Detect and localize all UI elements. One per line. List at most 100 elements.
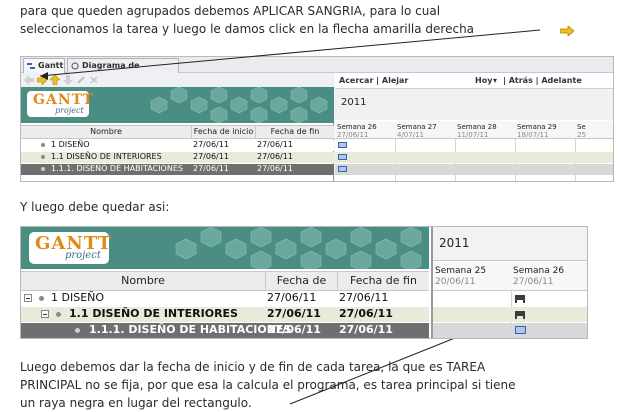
task-bullet-icon xyxy=(41,155,45,159)
task-end: 27/06/11 xyxy=(257,164,293,173)
down-arrow-icon[interactable] xyxy=(63,75,73,85)
week-name: Semana 29 xyxy=(517,123,557,131)
week-date: 25 xyxy=(577,131,586,139)
task-row[interactable]: 1.1 DISEÑO DE INTERIORES 27/06/11 27/06/… xyxy=(21,307,429,322)
column-end[interactable]: Fecha de fin xyxy=(337,272,429,290)
logo-subtitle: project xyxy=(55,106,84,115)
resources-icon xyxy=(71,62,79,70)
column-header-row: Nombre Fecha de ini... Fecha de fin xyxy=(21,271,429,308)
week-date: 27/06/11 xyxy=(513,277,554,287)
column-end[interactable]: Fecha de fin xyxy=(255,126,334,138)
timeline-row-selected xyxy=(335,164,613,175)
task-end: 27/06/11 xyxy=(339,307,393,320)
logo-banner: GANTT project xyxy=(21,87,334,123)
year-band: 2011 xyxy=(335,88,613,120)
task-start: 27/06/11 xyxy=(267,291,317,304)
task-bullet-icon xyxy=(41,167,45,171)
week-date: 18/07/11 xyxy=(517,131,549,139)
task-name: 1.1 DISEÑO DE INTERIORES xyxy=(51,152,162,161)
today-link[interactable]: Hoy xyxy=(475,76,492,85)
task-bar[interactable] xyxy=(515,326,526,334)
task-bullet-icon xyxy=(39,296,44,301)
collapse-icon[interactable] xyxy=(41,310,49,318)
year-band: 2011 xyxy=(433,227,587,261)
task-bullet-icon xyxy=(75,328,80,333)
task-bullet-icon xyxy=(56,312,61,317)
task-bullet-icon xyxy=(41,143,45,147)
week-name: Semana 28 xyxy=(457,123,497,131)
column-name[interactable]: Nombre xyxy=(21,272,265,290)
summary-bar[interactable] xyxy=(515,311,525,319)
week-date: 27/06/11 xyxy=(337,131,369,139)
after-text: Y luego debe quedar asi: xyxy=(20,200,170,214)
week-label: Se 25 xyxy=(577,123,586,139)
intro-text-line-2: seleccionamos la tarea y luego le damos … xyxy=(20,22,475,36)
week-label: Semana 25 20/06/11 xyxy=(435,266,486,288)
summary-bar[interactable] xyxy=(515,295,525,303)
column-header-row: Nombre Fecha de inicio Fecha de fin xyxy=(21,125,334,139)
week-date: 11/07/11 xyxy=(457,131,489,139)
week-label: Semana 29 18/07/11 xyxy=(517,123,557,139)
timeline-panel: Acercar | Alejar Hoy ▾ | Atrás | Adelant… xyxy=(335,73,613,181)
week-date: 20/06/11 xyxy=(435,277,476,287)
week-name: Semana 25 xyxy=(435,266,487,276)
week-name: Se xyxy=(577,123,586,131)
task-bar[interactable] xyxy=(338,166,347,172)
tab-resources[interactable]: Diagrama de recursos xyxy=(67,58,179,84)
column-start[interactable]: Fecha de inicio xyxy=(191,126,255,138)
task-end: 27/06/11 xyxy=(339,323,393,336)
task-bar[interactable] xyxy=(338,154,347,160)
up-arrow-icon[interactable] xyxy=(50,75,60,85)
timeline-row-highlight xyxy=(433,307,587,322)
right-arrow-icon[interactable] xyxy=(37,75,47,85)
week-label: Semana 28 11/07/11 xyxy=(457,123,497,139)
left-arrow-icon[interactable] xyxy=(24,75,34,85)
timeline-row-highlight xyxy=(335,152,613,163)
logo-subtitle: project xyxy=(65,250,101,261)
task-start: 27/06/11 xyxy=(267,307,321,320)
gantt-icon xyxy=(27,63,35,69)
week-header: Semana 26 27/06/11 Semana 27 4/07/11 Seman… xyxy=(335,121,613,139)
task-row-selected[interactable]: 1.1.1. DISEÑO DE HABITACIONES 27/06/11 2… xyxy=(21,164,334,175)
task-panel: GANTT project Nombre Fecha de inicio Fec… xyxy=(21,73,334,181)
tab-gantt-label: Gantt xyxy=(38,61,64,70)
task-row[interactable]: 1 DISEÑO 27/06/11 27/06/11 xyxy=(21,291,429,306)
task-start: 27/06/11 xyxy=(193,152,229,161)
column-name[interactable]: Nombre xyxy=(21,126,191,138)
zoom-links[interactable]: Acercar | Alejar xyxy=(339,76,408,85)
logo: GANTT project xyxy=(29,232,111,264)
week-label: Semana 26 27/06/11 xyxy=(337,123,377,139)
unlink-icon[interactable] xyxy=(89,75,99,85)
task-row[interactable]: 1.1 DISEÑO DE INTERIORES 27/06/11 27/06/… xyxy=(21,152,334,163)
task-row[interactable]: 1 DISEÑO 27/06/11 27/06/11 xyxy=(21,140,334,151)
tab-gantt[interactable]: Gantt xyxy=(23,58,65,73)
week-label: Semana 26 27/06/11 xyxy=(513,266,564,288)
task-name: 1.1.1. DISEÑO DE HABITACIONES xyxy=(51,164,183,173)
week-date: 4/07/11 xyxy=(397,131,424,139)
timeline-row-selected xyxy=(433,323,587,338)
collapse-icon[interactable] xyxy=(24,294,32,302)
task-bar[interactable] xyxy=(338,142,347,148)
week-label: Semana 27 4/07/11 xyxy=(397,123,437,139)
week-name: Semana 26 xyxy=(513,266,565,276)
task-row-selected[interactable]: 1.1.1. DISEÑO DE HABITACIONES 27/06/11 2… xyxy=(21,323,429,338)
toolbar xyxy=(21,73,334,87)
final-text-line-2: PRINCIPAL no se fija, por que esa la cal… xyxy=(20,378,516,392)
year-label: 2011 xyxy=(439,236,470,250)
task-start: 27/06/11 xyxy=(267,323,321,336)
gantt-screenshot-after: GANTT project Nombre Fecha de ini... Fec… xyxy=(20,226,588,339)
task-end: 27/06/11 xyxy=(339,291,389,304)
right-arrow-icon xyxy=(560,26,574,36)
final-text-line-3: un raya negra en lugar del rectangulo. xyxy=(20,396,252,410)
tab-bar: Gantt Diagrama de recursos xyxy=(21,57,613,84)
task-name: 1.1.1. DISEÑO DE HABITACIONES xyxy=(89,323,292,336)
link-icon[interactable] xyxy=(76,75,86,85)
week-name: Semana 26 xyxy=(337,123,377,131)
task-start: 27/06/11 xyxy=(193,140,229,149)
gantt-screenshot-before: Gantt Diagrama de recursos xyxy=(20,56,614,182)
intro-text-line-1: para que queden agrupados debemos APLICA… xyxy=(20,4,441,18)
chevron-down-icon[interactable]: ▾ xyxy=(493,76,497,85)
task-end: 27/06/11 xyxy=(257,140,293,149)
logo-banner: GANTT project xyxy=(21,227,429,269)
back-forward-links[interactable]: | Atrás | Adelante xyxy=(503,76,582,85)
